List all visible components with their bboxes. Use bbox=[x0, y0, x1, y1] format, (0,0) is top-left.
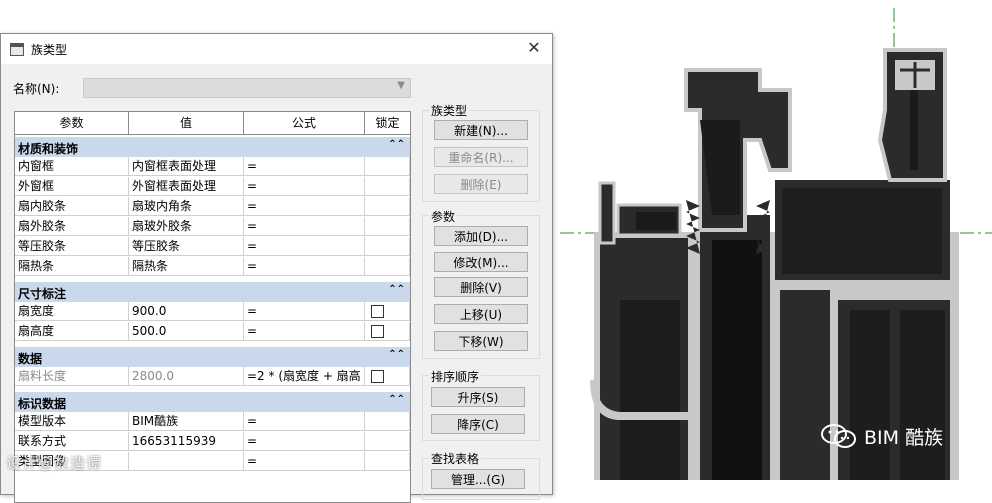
dialog-titlebar: 族类型 ✕ bbox=[1, 34, 552, 64]
move-up-button[interactable]: 上移(U) bbox=[434, 304, 528, 324]
sort-order-label: 排序顺序 bbox=[429, 368, 482, 385]
group-header-dimensions[interactable]: 尺寸标注 ⌃⌃ bbox=[15, 282, 410, 302]
wechat-icon bbox=[821, 424, 856, 448]
table-row[interactable]: 扇外胶条 扇玻外胶条 = bbox=[15, 217, 410, 237]
collapse-icon[interactable]: ⌃⌃ bbox=[388, 284, 405, 295]
watermark-right: BIM 酷族 bbox=[820, 421, 943, 451]
parameter-table: 参数 值 公式 锁定 材质和装饰 ⌃⌃ 内窗框 内窗框表面处理 = 外窗框 外窗… bbox=[14, 111, 411, 503]
table-row[interactable]: 等压胶条 等压胶条 = bbox=[15, 237, 410, 257]
column-header-parameter[interactable]: 参数 bbox=[15, 112, 129, 135]
parameters-label: 参数 bbox=[429, 208, 458, 225]
rename-type-button[interactable]: 重命名(R)... bbox=[434, 147, 528, 167]
chevron-down-icon: ▼ bbox=[397, 80, 405, 91]
lock-checkbox[interactable] bbox=[371, 325, 384, 338]
table-header: 参数 值 公式 锁定 bbox=[15, 112, 410, 135]
lock-checkbox[interactable] bbox=[371, 370, 384, 383]
name-label: 名称(N): bbox=[13, 82, 60, 96]
lock-checkbox[interactable] bbox=[371, 305, 384, 318]
column-header-value[interactable]: 值 bbox=[129, 112, 244, 135]
table-row[interactable]: 模型版本 BIM酷族 = bbox=[15, 412, 410, 432]
table-row[interactable]: 内窗框 内窗框表面处理 = bbox=[15, 157, 410, 177]
sort-ascending-button[interactable]: 升序(S) bbox=[431, 387, 525, 407]
table-row[interactable]: 隔热条 隔热条 = bbox=[15, 257, 410, 277]
table-row[interactable]: 联系方式 16653115939 = bbox=[15, 432, 410, 452]
modify-parameter-button[interactable]: 修改(M)... bbox=[434, 252, 528, 272]
group-header-materials[interactable]: 材质和装饰 ⌃⌃ bbox=[15, 137, 410, 157]
close-icon[interactable]: ✕ bbox=[524, 38, 544, 58]
table-row[interactable]: 扇内胶条 扇玻内角条 = bbox=[15, 197, 410, 217]
family-types-dialog: 族类型 ✕ 名称(N): ▼ 参数 值 公式 锁定 材质和装饰 ⌃⌃ 内窗框 内… bbox=[0, 33, 553, 503]
watermark-right-text: BIM 酷族 bbox=[864, 426, 944, 449]
name-combobox[interactable]: ▼ bbox=[83, 78, 411, 98]
collapse-icon[interactable]: ⌃⌃ bbox=[388, 349, 405, 360]
sort-descending-button[interactable]: 降序(C) bbox=[431, 414, 525, 434]
table-row[interactable]: 外窗框 外窗框表面处理 = bbox=[15, 177, 410, 197]
move-down-button[interactable]: 下移(W) bbox=[434, 331, 528, 351]
manage-lookup-button[interactable]: 管理...(G) bbox=[431, 469, 525, 489]
delete-parameter-button[interactable]: 删除(V) bbox=[434, 277, 528, 297]
group-header-identity-data[interactable]: 标识数据 ⌃⌃ bbox=[15, 392, 410, 412]
column-header-lock[interactable]: 锁定 bbox=[365, 112, 410, 135]
column-header-formula[interactable]: 公式 bbox=[244, 112, 365, 135]
watermark-left: 设计@数造谭 bbox=[6, 454, 103, 472]
group-header-data[interactable]: 数据 ⌃⌃ bbox=[15, 347, 410, 367]
window-icon bbox=[10, 43, 24, 56]
collapse-icon[interactable]: ⌃⌃ bbox=[388, 394, 405, 405]
dialog-title: 族类型 bbox=[31, 43, 68, 57]
table-row[interactable]: 扇料长度 2800.0 =2 * (扇宽度 + 扇高 bbox=[15, 367, 410, 387]
window-frame-profile bbox=[590, 48, 959, 480]
lookup-tables-label: 查找表格 bbox=[429, 450, 482, 467]
family-types-label: 族类型 bbox=[429, 102, 470, 119]
new-type-button[interactable]: 新建(N)... bbox=[434, 120, 528, 140]
delete-type-button[interactable]: 删除(E) bbox=[434, 174, 528, 194]
collapse-icon[interactable]: ⌃⌃ bbox=[388, 139, 405, 150]
table-row[interactable]: 扇高度 500.0 = bbox=[15, 322, 410, 342]
add-parameter-button[interactable]: 添加(D)... bbox=[434, 226, 528, 246]
table-row[interactable]: 扇宽度 900.0 = bbox=[15, 302, 410, 322]
